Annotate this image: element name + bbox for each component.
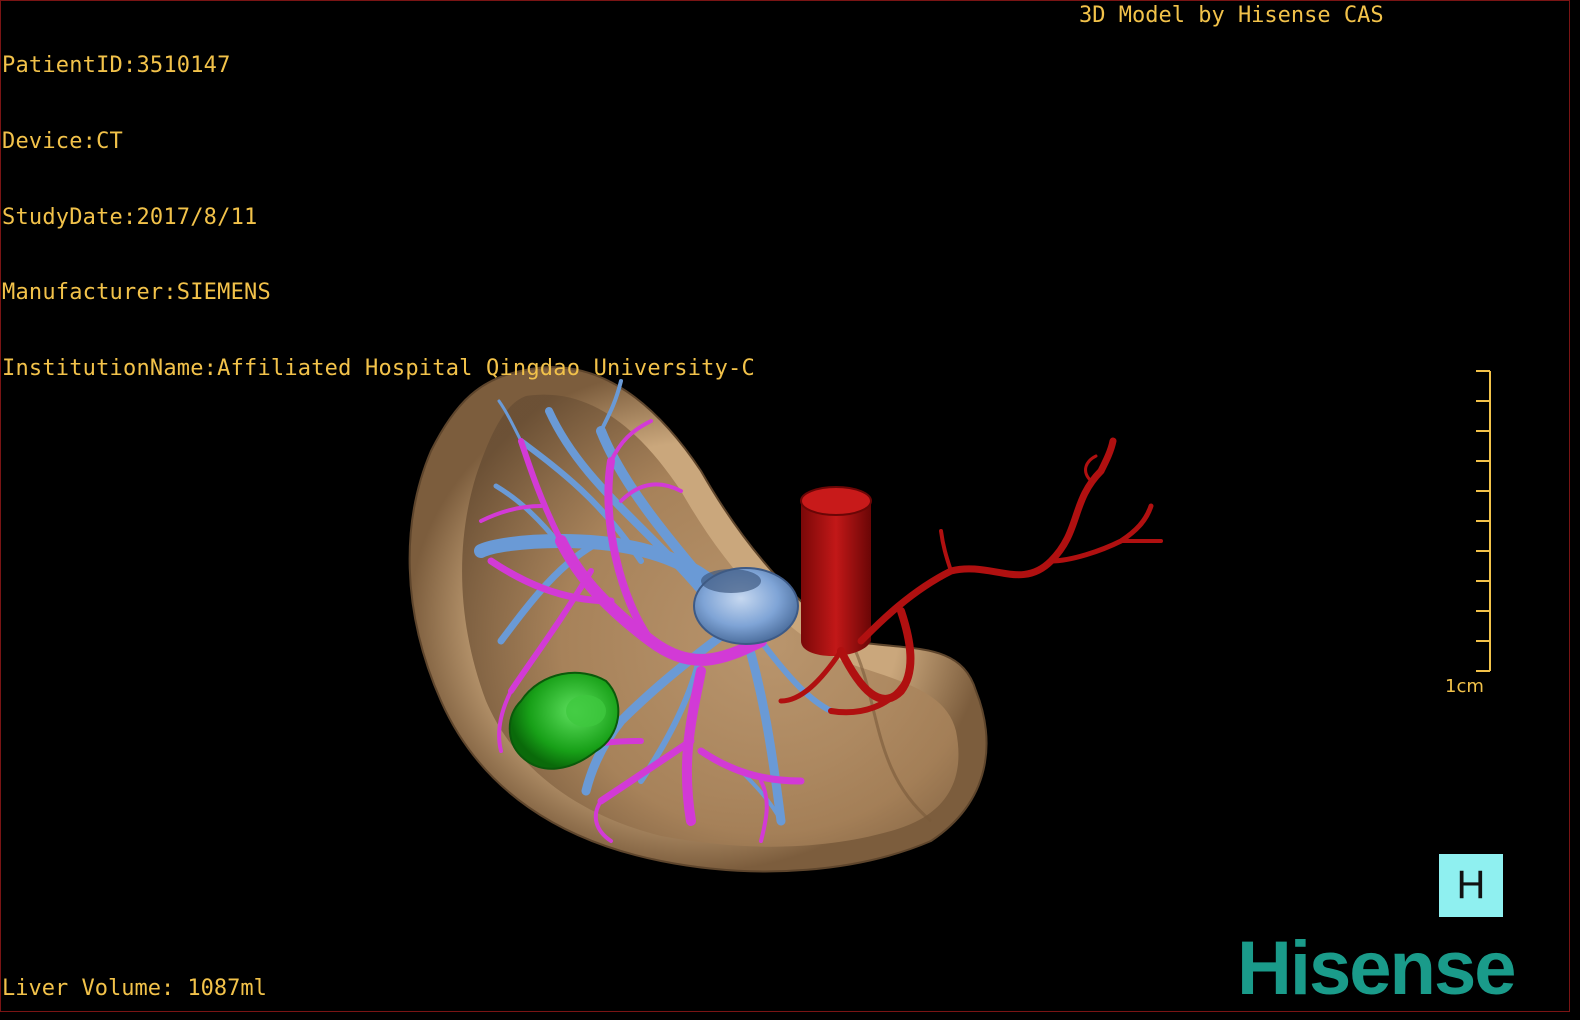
device-text: Device:CT xyxy=(2,129,124,154)
model-caption: 3D Model by Hisense CAS xyxy=(1079,3,1384,28)
study-date-text: StudyDate:2017/8/11 xyxy=(2,204,258,230)
dicom-info-overlay: PatientID:3510147 Device:CT StudyDate:20… xyxy=(2,3,755,431)
scale-bar-label: 1cm xyxy=(1445,676,1484,697)
patient-id-text: PatientID:3510147 xyxy=(2,53,231,79)
institution-text: InstitutionName:Affiliated Hospital Qing… xyxy=(2,355,755,381)
orientation-cube-button[interactable]: H xyxy=(1439,854,1503,917)
3d-viewport[interactable]: PatientID:3510147 Device:CT StudyDate:20… xyxy=(0,0,1570,1012)
ivc-confluence xyxy=(693,567,799,645)
scale-bar xyxy=(1476,370,1491,672)
manufacturer-text: Manufacturer:SIEMENS xyxy=(2,280,271,306)
hisense-logo: Hisense xyxy=(1237,926,1516,1011)
liver-volume-text: Liver Volume: 1087ml xyxy=(2,976,267,1001)
